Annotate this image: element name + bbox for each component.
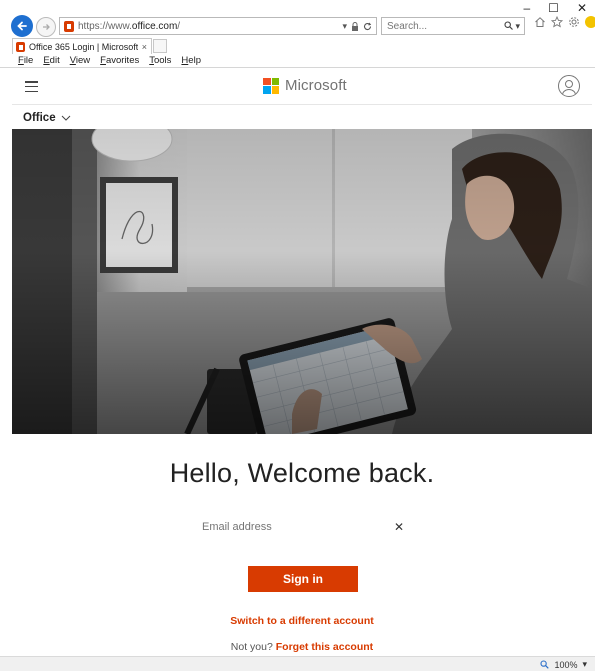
welcome-heading: Hello, Welcome back. <box>169 458 435 488</box>
tab-office-login[interactable]: Office 365 Login | Microsoft... × <box>12 38 152 54</box>
zoom-icon <box>540 660 550 669</box>
lock-icon[interactable] <box>351 21 359 31</box>
refresh-icon[interactable] <box>363 22 372 31</box>
back-arrow-icon <box>17 21 27 31</box>
forget-account-link[interactable]: Forget this account <box>276 641 373 653</box>
microsoft-logo[interactable]: Microsoft <box>263 77 347 94</box>
menu-tools[interactable]: Tools <box>149 55 171 66</box>
hamburger-menu-icon[interactable] <box>25 81 38 92</box>
office-nav-label: Office <box>23 112 56 124</box>
home-icon[interactable] <box>534 16 546 28</box>
account-avatar-icon[interactable] <box>558 75 580 97</box>
zoom-control[interactable]: 100% ▾ <box>540 659 587 670</box>
email-field[interactable] <box>202 521 382 533</box>
zoom-dropdown-icon[interactable]: ▾ <box>582 659 587 670</box>
clear-email-icon[interactable]: ✕ <box>394 520 404 534</box>
menu-bar: File Edit View Favorites Tools Help <box>0 54 595 68</box>
office-favicon-icon <box>64 20 74 32</box>
switch-account-link[interactable]: Switch to a different account <box>12 615 592 627</box>
tab-strip: Office 365 Login | Microsoft... × <box>0 38 595 54</box>
forward-button[interactable] <box>36 17 56 37</box>
microsoft-wordmark: Microsoft <box>285 77 347 94</box>
menu-favorites[interactable]: Favorites <box>100 55 139 66</box>
menu-edit[interactable]: Edit <box>43 55 59 66</box>
favorites-star-icon[interactable] <box>551 16 563 28</box>
search-icon[interactable] <box>504 20 514 30</box>
close-window-button[interactable]: ✕ <box>577 1 587 15</box>
tab-title: Office 365 Login | Microsoft... <box>29 41 138 52</box>
tab-favicon-icon <box>16 41 25 52</box>
chevron-down-icon <box>61 113 71 124</box>
menu-file[interactable]: File <box>18 55 33 66</box>
minimize-button[interactable]: – <box>523 1 530 15</box>
not-you-text: Not you? <box>230 641 273 653</box>
back-button[interactable] <box>11 15 33 37</box>
sign-in-button[interactable]: Sign in <box>248 566 358 592</box>
search-dropdown-icon[interactable]: ▾ <box>515 21 520 32</box>
browser-search-input[interactable] <box>387 20 487 32</box>
hero-image <box>12 129 592 434</box>
status-bar: 100% ▾ <box>0 656 595 671</box>
forward-arrow-icon <box>43 24 50 30</box>
dropdown-icon[interactable]: ▾ <box>342 21 347 32</box>
url-text[interactable]: https://www.office.com/ <box>78 21 342 32</box>
browser-search-box[interactable]: ▾ <box>381 17 525 35</box>
menu-help[interactable]: Help <box>181 55 201 66</box>
site-header: Microsoft <box>12 69 592 105</box>
tab-close-icon[interactable]: × <box>138 42 151 52</box>
new-tab-button[interactable] <box>153 39 167 53</box>
microsoft-squares-icon <box>263 77 279 94</box>
not-you-row: Not you? Forget this account <box>12 641 592 653</box>
office-nav[interactable]: Office <box>12 108 592 128</box>
email-field-container: ✕ <box>198 518 408 540</box>
menu-view[interactable]: View <box>70 55 90 66</box>
navigation-bar: https://www.office.com/ ▾ ▾ <box>0 14 595 38</box>
zoom-level: 100% <box>554 659 578 670</box>
maximize-button[interactable]: ☐ <box>548 1 559 15</box>
address-bar[interactable]: https://www.office.com/ ▾ <box>59 17 377 35</box>
settings-gear-icon[interactable] <box>568 16 580 28</box>
feedback-smiley-icon[interactable] <box>585 16 595 28</box>
